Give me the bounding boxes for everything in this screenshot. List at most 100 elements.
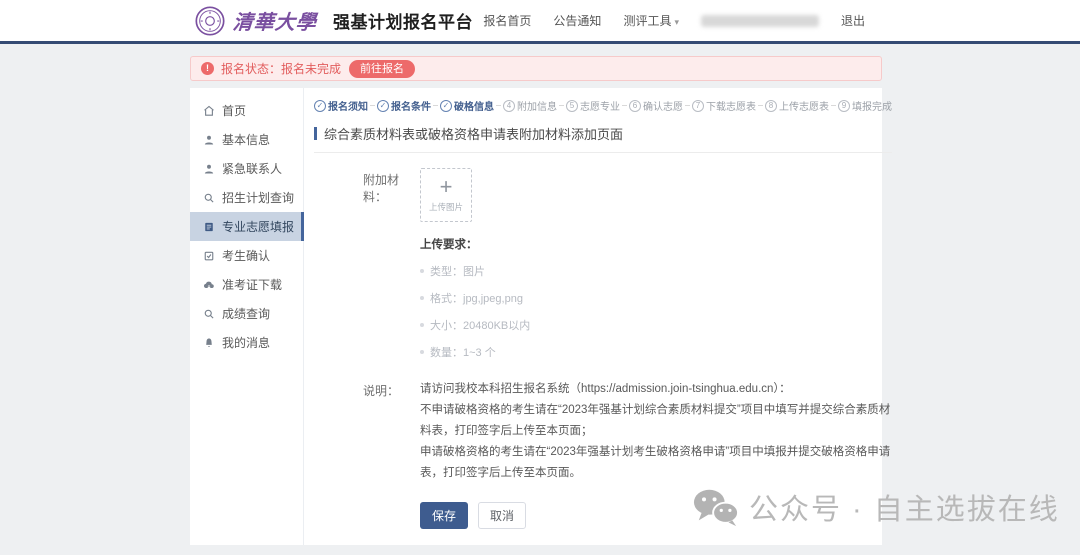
step-9: 9填报完成	[838, 98, 892, 113]
main-content: ✓报名须知 ✓报名条件 ✓破格信息 4附加信息 5志愿专业 6确认志愿 7下载志…	[304, 88, 900, 545]
logout-button[interactable]: 退出	[841, 12, 865, 29]
go-register-button[interactable]: 前往报名	[349, 60, 415, 78]
sidebar-item-candidate-confirm[interactable]: 考生确认	[190, 241, 303, 270]
top-header: 清華大學 强基计划报名平台 报名首页 公告通知 测评工具▾ 退出	[0, 0, 1080, 44]
page-title-row: 综合素质材料表或破格资格申请表附加材料添加页面	[314, 124, 892, 143]
notes-body: 请访问我校本科招生报名系统（https://admission.join-tsi…	[420, 379, 892, 484]
sidebar-item-label: 专业志愿填报	[222, 218, 294, 235]
note-line: 申请破格资格的考生请在“2023年强基计划考生破格资格申请”项目中填报并提交破格…	[420, 442, 892, 484]
requirement-item: 大小：20480KB以内	[420, 317, 892, 333]
note-line: 不申请破格资格的考生请在“2023年强基计划综合素质材料提交”项目中填写并提交综…	[420, 400, 892, 442]
search-icon	[203, 308, 215, 320]
step-connector	[831, 105, 836, 106]
step-1: ✓报名须知	[314, 98, 368, 113]
sidebar-item-home[interactable]: 首页	[190, 96, 303, 125]
upload-requirements-title: 上传要求：	[420, 236, 892, 252]
notes-label: 说明：	[363, 379, 420, 484]
notes-row: 说明： 请访问我校本科招生报名系统（https://admission.join…	[314, 379, 892, 484]
step-2: ✓报名条件	[377, 98, 431, 113]
step-3: ✓破格信息	[440, 98, 494, 113]
step-connector	[758, 105, 763, 106]
cloud-download-icon	[203, 279, 215, 291]
sidebar-item-label: 准考证下载	[222, 276, 282, 293]
requirement-item: 类型：图片	[420, 263, 892, 279]
step-connector	[622, 105, 627, 106]
sidebar-item-label: 基本信息	[222, 131, 270, 148]
step-marker: 6	[629, 100, 641, 112]
chevron-down-icon: ▾	[674, 17, 679, 27]
step-8: 8上传志愿表	[765, 98, 829, 113]
step-connector	[433, 105, 438, 106]
step-marker: ✓	[377, 100, 389, 112]
step-marker: 8	[765, 100, 777, 112]
bullet-icon	[420, 296, 424, 300]
nav-assessment-tools[interactable]: 测评工具▾	[623, 12, 679, 29]
registration-status-text: 报名状态：报名未完成	[221, 60, 341, 77]
cancel-button[interactable]: 取消	[478, 502, 526, 529]
sidebar-item-label: 考生确认	[222, 247, 270, 264]
step-7: 7下载志愿表	[692, 98, 756, 113]
step-4: 4附加信息	[503, 98, 557, 113]
sidebar-item-admission-ticket-download[interactable]: 准考证下载	[190, 270, 303, 299]
page-title: 综合素质材料表或破格资格申请表附加材料添加页面	[324, 124, 623, 143]
requirement-item: 格式：jpg,jpeg,png	[420, 290, 892, 306]
plus-icon: +	[440, 177, 453, 197]
step-marker: ✓	[440, 100, 452, 112]
sidebar-item-messages[interactable]: 我的消息	[190, 328, 303, 357]
bullet-icon	[420, 269, 424, 273]
sidebar-item-label: 我的消息	[222, 334, 270, 351]
logo: 清華大學 强基计划报名平台	[195, 6, 473, 36]
nav-announcements[interactable]: 公告通知	[553, 12, 601, 29]
step-6: 6确认志愿	[629, 98, 683, 113]
user-icon	[203, 134, 215, 146]
bullet-icon	[420, 350, 424, 354]
upload-image-label: 上传图片	[429, 201, 463, 213]
sidebar-item-label: 首页	[222, 102, 246, 119]
home-icon	[203, 105, 215, 117]
title-accent-bar	[314, 127, 317, 140]
university-name: 清華大學	[232, 6, 318, 35]
form-icon	[203, 221, 215, 233]
user-info-redacted	[701, 15, 819, 27]
step-connector	[496, 105, 501, 106]
sidebar-item-emergency-contact[interactable]: 紧急联系人	[190, 154, 303, 183]
step-connector	[559, 105, 564, 106]
upload-image-button[interactable]: + 上传图片	[420, 168, 472, 222]
save-button[interactable]: 保存	[420, 502, 468, 529]
platform-title: 强基计划报名平台	[333, 8, 473, 33]
user-icon	[203, 163, 215, 175]
step-marker: 9	[838, 100, 850, 112]
sidebar-item-major-preference[interactable]: 专业志愿填报	[190, 212, 304, 241]
bell-icon	[203, 337, 215, 349]
sidebar-item-label: 紧急联系人	[222, 160, 282, 177]
form-actions: 保存 取消	[420, 502, 892, 529]
check-square-icon	[203, 250, 215, 262]
top-nav: 报名首页 公告通知 测评工具▾ 退出	[483, 12, 865, 29]
attachment-row: 附加材料： + 上传图片	[314, 168, 892, 222]
sidebar-item-score-query[interactable]: 成绩查询	[190, 299, 303, 328]
step-indicator: ✓报名须知 ✓报名条件 ✓破格信息 4附加信息 5志愿专业 6确认志愿 7下载志…	[314, 98, 892, 113]
sidebar-item-label: 成绩查询	[222, 305, 270, 322]
registration-status-alert: ! 报名状态：报名未完成 前往报名	[190, 56, 882, 81]
sidebar: 首页 基本信息 紧急联系人 招生计划查询 专业志愿填报 考生确认 准考证下载	[190, 88, 304, 545]
bullet-icon	[420, 323, 424, 327]
step-connector	[685, 105, 690, 106]
tsinghua-emblem-icon	[195, 6, 225, 36]
search-icon	[203, 192, 215, 204]
exclamation-circle-icon: !	[201, 62, 214, 75]
step-marker: 5	[566, 100, 578, 112]
nav-home[interactable]: 报名首页	[483, 12, 531, 29]
sidebar-item-label: 招生计划查询	[222, 189, 294, 206]
step-marker: 7	[692, 100, 704, 112]
content-panel: 首页 基本信息 紧急联系人 招生计划查询 专业志愿填报 考生确认 准考证下载	[190, 88, 882, 545]
attachment-label: 附加材料：	[363, 168, 420, 222]
step-5: 5志愿专业	[566, 98, 620, 113]
step-marker: 4	[503, 100, 515, 112]
title-divider	[314, 152, 892, 153]
sidebar-item-enrollment-plan-query[interactable]: 招生计划查询	[190, 183, 303, 212]
sidebar-item-basic-info[interactable]: 基本信息	[190, 125, 303, 154]
step-connector	[370, 105, 375, 106]
note-line: 请访问我校本科招生报名系统（https://admission.join-tsi…	[420, 379, 892, 400]
requirement-item: 数量：1~3 个	[420, 344, 892, 360]
step-marker: ✓	[314, 100, 326, 112]
